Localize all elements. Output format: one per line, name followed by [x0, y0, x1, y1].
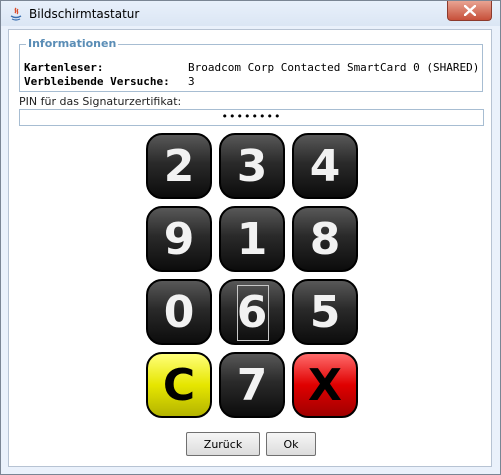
key-5[interactable]: 5: [292, 279, 358, 345]
close-button[interactable]: [447, 1, 492, 21]
close-icon: [464, 5, 476, 16]
key-9[interactable]: 9: [146, 206, 212, 272]
ok-button[interactable]: Ok: [266, 432, 316, 456]
back-button[interactable]: Zurück: [186, 432, 260, 456]
attempts-value: 3: [188, 75, 195, 88]
card-reader-label: Kartenleser:: [24, 61, 104, 74]
key-0[interactable]: 0: [146, 279, 212, 345]
focus-indicator: [237, 285, 269, 341]
key-6[interactable]: 6: [219, 279, 285, 345]
key-8[interactable]: 8: [292, 206, 358, 272]
key-2[interactable]: 2: [146, 133, 212, 199]
pin-field[interactable]: ••••••••: [19, 109, 484, 126]
title-bar[interactable]: Bildschirmtastatur: [1, 1, 500, 26]
cancel-key[interactable]: X: [292, 352, 358, 418]
window-title: Bildschirmtastatur: [29, 7, 140, 21]
key-4[interactable]: 4: [292, 133, 358, 199]
pin-label: PIN für das Signaturzertifikat:: [19, 95, 182, 108]
key-1[interactable]: 1: [219, 206, 285, 272]
card-reader-value: Broadcom Corp Contacted SmartCard 0 (SHA…: [188, 61, 480, 74]
attempts-label: Verbleibende Versuche:: [24, 75, 170, 88]
info-legend: Informationen: [26, 37, 119, 50]
key-3[interactable]: 3: [219, 133, 285, 199]
keyboard-window: Bildschirmtastatur Informationen Kartenl…: [0, 0, 501, 475]
clear-key[interactable]: C: [146, 352, 212, 418]
info-group: Informationen Kartenleser: Broadcom Corp…: [19, 37, 483, 92]
java-app-icon: [9, 6, 23, 21]
dialog-content: Informationen Kartenleser: Broadcom Corp…: [8, 29, 492, 467]
key-7[interactable]: 7: [219, 352, 285, 418]
